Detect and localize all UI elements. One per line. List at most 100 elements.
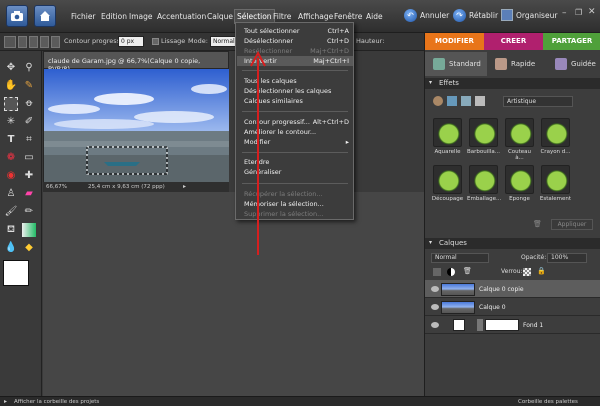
layer-row[interactable]: Fond 1 xyxy=(425,316,600,334)
menu-image[interactable]: Image xyxy=(127,11,155,22)
effect-thumb-estalement[interactable] xyxy=(541,165,570,194)
healing-brush-icon[interactable]: ✚ xyxy=(22,169,36,183)
eye-icon[interactable] xyxy=(431,304,439,310)
eraser-icon[interactable]: ▰ xyxy=(22,187,36,201)
palette-bin-toggle[interactable]: Corbeille des palettes xyxy=(518,399,578,405)
layer-row[interactable]: Calque 0 xyxy=(425,298,600,316)
layer-styles-icon[interactable] xyxy=(447,96,457,106)
gradient-tool-icon[interactable] xyxy=(22,223,36,237)
cookie-cutter-icon[interactable]: ❁ xyxy=(4,151,18,165)
home-icon[interactable] xyxy=(34,5,56,27)
menu-affichage[interactable]: Affichage xyxy=(296,11,335,22)
intersect-selection-icon[interactable] xyxy=(51,36,60,48)
effect-thumb-barbouillage[interactable] xyxy=(469,118,498,147)
all-effects-icon[interactable] xyxy=(475,96,485,106)
effect-thumb-crayon[interactable] xyxy=(541,118,570,147)
menu-accentuation[interactable]: Accentuation xyxy=(155,11,208,22)
marquee-tool-icon[interactable] xyxy=(4,36,16,48)
organizer-button[interactable]: Organiseur xyxy=(501,9,557,21)
zoom-readout[interactable]: 66,67% xyxy=(46,184,67,190)
tab-creer[interactable]: CREER xyxy=(484,33,543,50)
status-arrow-icon[interactable]: ▸ xyxy=(183,183,186,190)
effects-header[interactable]: Effets xyxy=(425,78,600,89)
eye-icon[interactable] xyxy=(431,322,439,328)
sponge-tool-icon[interactable]: ◆ xyxy=(22,241,36,255)
minimize-icon[interactable]: – xyxy=(562,8,567,18)
foreground-color-swatch[interactable] xyxy=(3,260,29,286)
dimensions-readout: 25,4 cm x 9,63 cm (72 ppp) xyxy=(88,184,165,190)
lasso-tool-icon[interactable]: ꝋ xyxy=(22,97,36,111)
menu-edition[interactable]: Edition xyxy=(99,11,129,22)
delete-layer-icon[interactable]: 🗑 xyxy=(463,267,472,275)
menu-aide[interactable]: Aide xyxy=(364,11,385,22)
tab-modifier[interactable]: MODIFIER xyxy=(425,33,484,50)
straighten-tool-icon[interactable]: ▭ xyxy=(22,151,36,165)
magic-wand-icon[interactable]: ✳ xyxy=(4,115,18,129)
menu-calque[interactable]: Calque xyxy=(205,11,235,22)
maximize-icon[interactable]: ❐ xyxy=(575,8,582,17)
image-canvas[interactable] xyxy=(43,69,229,182)
contour-input[interactable]: 0 px xyxy=(118,36,144,47)
menu-fichier[interactable]: Fichier xyxy=(69,11,98,22)
menu-filtre[interactable]: Filtre xyxy=(271,11,293,22)
tab-partager[interactable]: PARTAGER xyxy=(543,33,600,50)
menu-item-deselectionner[interactable]: Désélectionner Ctrl+D xyxy=(237,36,353,46)
blur-tool-icon[interactable]: 💧 xyxy=(4,241,18,255)
new-selection-icon[interactable] xyxy=(18,36,27,48)
redo-button[interactable]: ↷ Rétablir xyxy=(453,9,498,22)
add-selection-icon[interactable] xyxy=(29,36,38,48)
lock-all-icon[interactable]: 🔒 xyxy=(537,267,546,275)
mode-select[interactable]: Normal xyxy=(210,36,236,47)
menu-fenetre[interactable]: Fenêtre xyxy=(332,11,364,22)
lock-transparency-icon[interactable] xyxy=(523,268,531,276)
lissage-checkbox[interactable] xyxy=(152,38,159,45)
rectangle-marquee-icon[interactable] xyxy=(4,97,18,111)
collapse-icon[interactable]: ▾ xyxy=(429,239,432,246)
hand-tool-icon[interactable]: ✋ xyxy=(4,79,18,93)
effect-thumb-eponge[interactable] xyxy=(505,165,534,194)
apply-button[interactable]: Appliquer xyxy=(551,219,593,230)
lissage-label: Lissage xyxy=(161,37,186,45)
filters-icon[interactable] xyxy=(433,96,443,106)
subtab-guidee[interactable]: Guidée xyxy=(547,52,600,76)
document-title[interactable]: claude de Garam.jpg @ 66,7%(Calque 0 cop… xyxy=(43,51,229,73)
opacity-input[interactable]: 100% xyxy=(547,253,587,263)
text-tool-icon[interactable]: T xyxy=(4,133,18,147)
effects-category-select[interactable]: Artistique xyxy=(503,96,573,107)
subtract-selection-icon[interactable] xyxy=(40,36,49,48)
blend-mode-select[interactable]: Normal xyxy=(431,253,489,263)
subtab-standard[interactable]: Standard xyxy=(425,52,487,76)
projects-bin-toggle[interactable]: Afficher la corbeille des projets xyxy=(14,399,99,405)
effect-thumb-emballage[interactable] xyxy=(469,165,498,194)
paint-bucket-icon[interactable]: ⛾ xyxy=(4,223,18,237)
clone-stamp-icon[interactable]: ♙ xyxy=(4,187,18,201)
close-icon[interactable]: ✕ xyxy=(588,7,596,17)
projects-bin-icon[interactable]: ▸ xyxy=(4,398,7,405)
workspace-area xyxy=(43,192,424,396)
effect-thumb-aquarelle[interactable] xyxy=(433,118,462,147)
eyedropper-tool-icon[interactable]: ✎ xyxy=(22,79,36,93)
zoom-tool-icon[interactable]: ⚲ xyxy=(22,61,36,75)
eye-icon[interactable] xyxy=(431,286,439,292)
undo-button[interactable]: ↶ Annuler xyxy=(404,9,449,22)
trash-icon[interactable]: 🗑 xyxy=(533,220,542,228)
effect-label: Couteau à... xyxy=(507,149,532,161)
smart-brush-icon[interactable]: ✏ xyxy=(22,205,36,219)
camera-icon[interactable] xyxy=(6,5,28,27)
new-layer-icon[interactable] xyxy=(433,268,441,276)
selection-brush-icon[interactable]: ✐ xyxy=(22,115,36,129)
effect-thumb-decoupage[interactable] xyxy=(433,165,462,194)
brush-icon[interactable]: 🖌 xyxy=(4,205,18,219)
adjustment-layer-icon[interactable] xyxy=(447,268,455,276)
move-tool-icon[interactable]: ✥ xyxy=(4,61,18,75)
menu-item-tout-selectionner[interactable]: Tout sélectionner Ctrl+A xyxy=(237,26,353,36)
photo-effects-icon[interactable] xyxy=(461,96,471,106)
collapse-icon[interactable]: ▾ xyxy=(429,79,432,86)
crop-tool-icon[interactable]: ⌗ xyxy=(22,133,36,147)
layer-row[interactable]: Calque 0 copie xyxy=(425,280,600,298)
layers-header[interactable]: Calques xyxy=(425,238,600,249)
guidee-icon xyxy=(555,58,567,70)
effect-thumb-couteau[interactable] xyxy=(505,118,534,147)
red-eye-icon[interactable]: ◉ xyxy=(4,169,18,183)
subtab-rapide[interactable]: Rapide xyxy=(487,52,547,76)
